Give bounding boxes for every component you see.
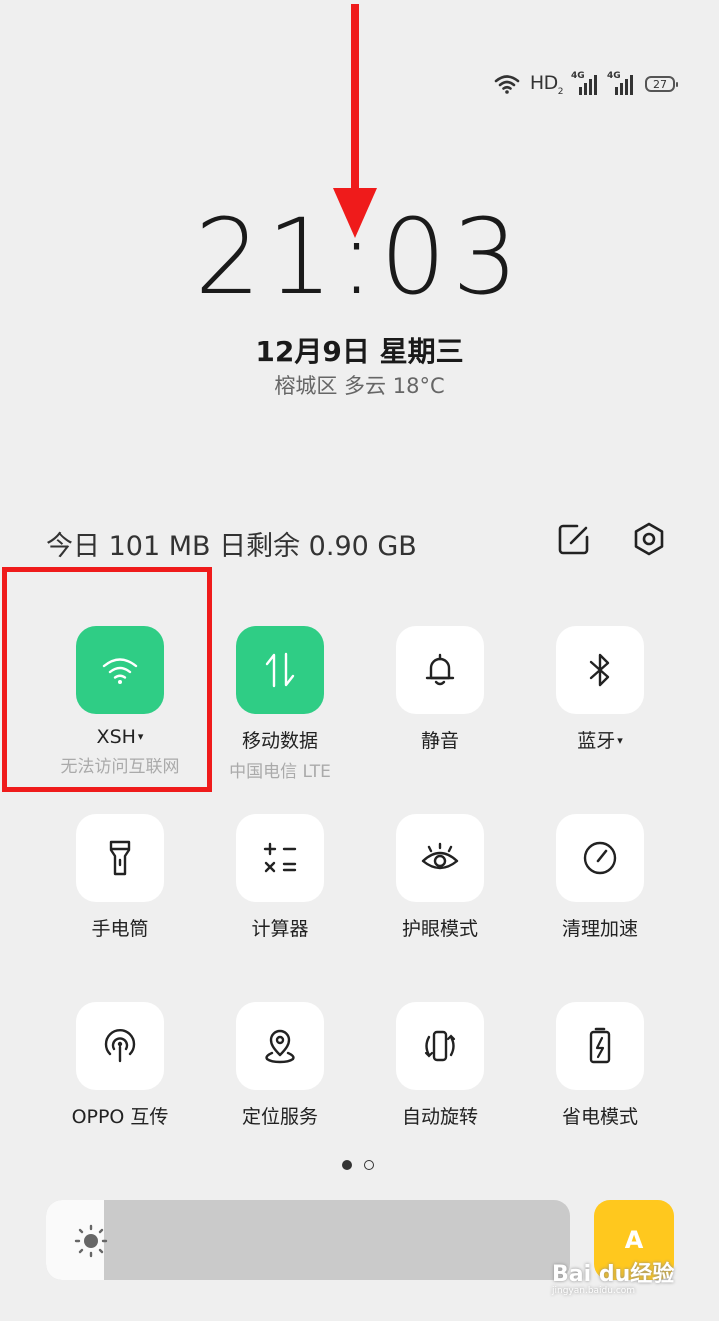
chevron-down-icon[interactable]: ▾ xyxy=(617,734,623,747)
page-dot-inactive[interactable] xyxy=(364,1160,374,1170)
bell-icon xyxy=(425,653,455,686)
flashlight-icon xyxy=(109,840,131,876)
tile-label: 计算器 xyxy=(251,918,309,940)
tile-auto-rotate[interactable]: 自动旋转 xyxy=(360,1002,520,1129)
speedometer-icon xyxy=(583,841,617,875)
sim2-signal-icon: 4G xyxy=(607,71,635,95)
tile-sublabel: 中国电信 LTE xyxy=(229,762,331,782)
flashlight-toggle-button[interactable] xyxy=(76,814,164,902)
battery-icon: 27 xyxy=(645,76,678,92)
location-toggle-button[interactable] xyxy=(236,1002,324,1090)
watermark-brand: Bai du经验 xyxy=(552,1262,675,1287)
cleanup-button[interactable] xyxy=(556,814,644,902)
chevron-down-icon[interactable]: ▾ xyxy=(138,730,144,743)
mobile-data-icon xyxy=(265,652,295,688)
wifi-icon xyxy=(102,658,138,684)
oppo-share-icon xyxy=(104,1029,136,1063)
tile-power-saving[interactable]: 省电模式 xyxy=(520,1002,680,1129)
clock-date: 12月9日 星期三 xyxy=(255,335,464,368)
eye-care-toggle-button[interactable] xyxy=(396,814,484,902)
eye-icon xyxy=(421,842,459,870)
tile-mobile-data[interactable]: 移动数据 中国电信 LTE xyxy=(200,626,360,782)
status-bar: HD2 4G 4G 27 xyxy=(494,70,678,98)
edit-icon[interactable] xyxy=(557,522,591,556)
bluetooth-icon xyxy=(589,653,610,687)
power-saving-toggle-button[interactable] xyxy=(556,1002,644,1090)
clock-time: 21:03 xyxy=(194,196,525,318)
bluetooth-toggle-button[interactable] xyxy=(556,626,644,714)
tile-label: 清理加速 xyxy=(561,918,638,940)
page-indicator xyxy=(342,1160,374,1170)
tile-sublabel: 无法访问互联网 xyxy=(60,757,180,777)
battery-saver-icon xyxy=(589,1027,611,1064)
wifi-toggle-button[interactable] xyxy=(76,626,164,714)
tile-label: 护眼模式 xyxy=(401,918,478,940)
tile-eye-care[interactable]: 护眼模式 xyxy=(360,814,520,941)
tile-label: 蓝牙 xyxy=(577,730,616,752)
tile-flashlight[interactable]: 手电筒 xyxy=(40,814,200,941)
tile-label: XSH xyxy=(96,726,136,748)
oppo-share-toggle-button[interactable] xyxy=(76,1002,164,1090)
rotate-icon xyxy=(424,1030,456,1062)
page-dot-active[interactable] xyxy=(342,1160,352,1170)
hd-voice-indicator: HD2 xyxy=(529,71,564,97)
sim1-signal-icon: 4G xyxy=(571,71,599,95)
auto-brightness-label: A xyxy=(624,1226,644,1254)
tile-silent[interactable]: 静音 xyxy=(360,626,520,753)
tile-oppo-share[interactable]: OPPO 互传 xyxy=(40,1002,200,1129)
tile-label: 自动旋转 xyxy=(401,1106,478,1128)
tile-bluetooth[interactable]: 蓝牙 ▾ xyxy=(520,626,680,753)
settings-gear-icon[interactable] xyxy=(632,522,666,556)
auto-rotate-toggle-button[interactable] xyxy=(396,1002,484,1090)
mobile-data-toggle-button[interactable] xyxy=(236,626,324,714)
wifi-signal-icon xyxy=(494,75,520,94)
tile-label: 手电筒 xyxy=(91,918,149,940)
tile-calculator[interactable]: 计算器 xyxy=(200,814,360,941)
tile-label: 省电模式 xyxy=(561,1106,638,1128)
sun-icon xyxy=(74,1224,108,1258)
calculator-icon xyxy=(263,842,297,873)
silent-toggle-button[interactable] xyxy=(396,626,484,714)
watermark-url: jingyan.baidu.com xyxy=(552,1286,636,1296)
watermark: Bai du经验 jingyan.baidu.com xyxy=(552,1256,674,1296)
tile-label: 静音 xyxy=(420,730,459,752)
tile-wifi[interactable]: XSH ▾ 无法访问互联网 xyxy=(40,626,200,777)
tile-label: 定位服务 xyxy=(241,1106,318,1128)
tile-label: OPPO 互传 xyxy=(71,1106,169,1128)
tile-location[interactable]: 定位服务 xyxy=(200,1002,360,1129)
data-usage-text: 今日 101 MB 日剩余 0.90 GB xyxy=(46,531,417,562)
location-icon xyxy=(265,1029,295,1064)
calculator-button[interactable] xyxy=(236,814,324,902)
tile-label: 移动数据 xyxy=(241,730,318,752)
tile-cleanup[interactable]: 清理加速 xyxy=(520,814,680,941)
weather-info: 榕城区 多云 18°C xyxy=(274,374,445,398)
brightness-slider[interactable] xyxy=(46,1200,570,1280)
